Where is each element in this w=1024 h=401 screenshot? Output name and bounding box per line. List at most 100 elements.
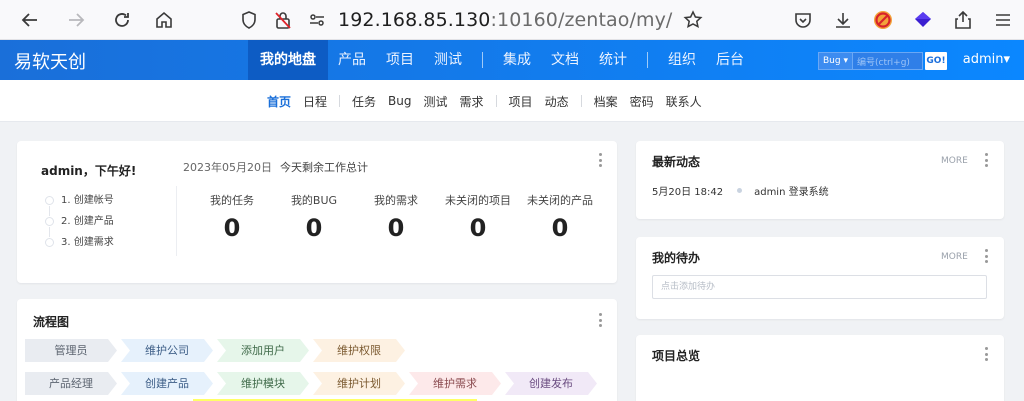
- brand-name[interactable]: 易软天创: [14, 48, 86, 74]
- step-item[interactable]: 1. 创建帐号: [45, 194, 114, 216]
- stat-label: 未关闭的项目: [445, 194, 511, 207]
- flow-step[interactable]: 创建产品: [121, 372, 213, 395]
- stat-value: 0: [305, 214, 323, 242]
- subnav-password[interactable]: 密码: [624, 93, 660, 110]
- stat-my-bugs[interactable]: 我的BUG 0: [273, 192, 355, 242]
- more-options-icon[interactable]: [981, 345, 991, 363]
- stats-row: 我的任务 0 我的BUG 0 我的需求 0 未关闭的项目 0 未关闭的产品 0: [191, 192, 601, 242]
- more-link[interactable]: MORE: [941, 156, 968, 166]
- flowchart-title: 流程图: [33, 315, 70, 329]
- stat-label: 我的任务: [210, 194, 254, 207]
- subnav-separator: [580, 95, 582, 107]
- flow-step[interactable]: 维护需求: [409, 372, 501, 395]
- url-host: 192.168.85.130: [338, 9, 491, 31]
- onboarding-steps: 1. 创建帐号 2. 创建产品 3. 创建需求: [45, 194, 114, 257]
- stat-value: 0: [223, 214, 241, 242]
- reload-button[interactable]: [104, 2, 140, 38]
- step-item[interactable]: 2. 创建产品: [45, 215, 114, 237]
- nav-doc[interactable]: 文档: [541, 40, 589, 80]
- sub-nav: 首页 日程 任务 Bug 测试 需求 项目 动态 档案 密码 联系人: [0, 80, 1024, 122]
- stat-my-stories[interactable]: 我的需求 0: [355, 192, 437, 242]
- dynamics-text: admin 登录系统: [754, 187, 829, 198]
- shield-icon[interactable]: [236, 7, 262, 33]
- project-overview-panel: 项目总览: [636, 335, 1004, 401]
- step-item[interactable]: 3. 创建需求: [45, 236, 114, 257]
- stat-open-products[interactable]: 未关闭的产品 0: [519, 192, 601, 242]
- extension-diamond-icon[interactable]: [910, 7, 936, 33]
- flow-step[interactable]: 维护模块: [217, 372, 309, 395]
- menu-icon[interactable]: [990, 7, 1016, 33]
- nav-my[interactable]: 我的地盘: [248, 40, 328, 80]
- stat-value: 0: [387, 214, 405, 242]
- download-icon[interactable]: [830, 7, 856, 33]
- browser-toolbar: 192.168.85.130:10160/zentao/my/: [0, 0, 1024, 40]
- page-permissions-icon[interactable]: [304, 7, 330, 33]
- back-button[interactable]: [12, 2, 48, 38]
- nav-integration[interactable]: 集成: [493, 40, 541, 80]
- subnav-calendar[interactable]: 日程: [297, 93, 333, 110]
- flow-step[interactable]: 创建发布: [505, 372, 597, 395]
- flow-role-pm: 产品经理: [25, 372, 117, 395]
- arrow-right-icon: [69, 13, 85, 27]
- nav-separator: [647, 52, 648, 68]
- flow-step[interactable]: 添加用户: [217, 339, 309, 362]
- divider: [176, 186, 177, 256]
- subnav-separator: [495, 95, 497, 107]
- subnav-test[interactable]: 测试: [418, 93, 454, 110]
- pocket-icon[interactable]: [790, 7, 816, 33]
- greeting-text: admin，下午好!: [41, 164, 137, 178]
- project-overview-title: 项目总览: [652, 349, 701, 363]
- bookmark-star-icon[interactable]: [680, 7, 706, 33]
- step-label: 2. 创建产品: [61, 216, 114, 227]
- flow-step[interactable]: 维护权限: [313, 339, 405, 362]
- more-options-icon[interactable]: [595, 151, 605, 169]
- home-button[interactable]: [146, 2, 182, 38]
- flow-step[interactable]: 维护公司: [121, 339, 213, 362]
- stat-my-tasks[interactable]: 我的任务 0: [191, 192, 273, 242]
- step-dot: [45, 196, 54, 205]
- search-go-button[interactable]: GO!: [924, 52, 947, 70]
- dynamics-title: 最新动态: [652, 155, 701, 169]
- welcome-panel: admin，下午好! 1. 创建帐号 2. 创建产品 3. 创建需求 2023年…: [17, 141, 617, 283]
- subnav-project[interactable]: 项目: [503, 93, 539, 110]
- forward-button[interactable]: [58, 2, 94, 38]
- insecure-lock-icon[interactable]: [270, 7, 296, 33]
- reload-icon: [115, 13, 129, 27]
- subnav-profile[interactable]: 档案: [588, 93, 624, 110]
- more-options-icon[interactable]: [981, 247, 991, 265]
- subnav-home[interactable]: 首页: [261, 93, 297, 110]
- flow-step[interactable]: 维护计划: [313, 372, 405, 395]
- nav-product[interactable]: 产品: [328, 40, 376, 80]
- nav-org[interactable]: 组织: [658, 40, 706, 80]
- nav-stats[interactable]: 统计: [589, 40, 637, 80]
- blocker-extension-icon[interactable]: [870, 7, 896, 33]
- address-bar[interactable]: 192.168.85.130:10160/zentao/my/: [236, 4, 714, 36]
- nav-admin[interactable]: 后台: [706, 40, 754, 80]
- subnav-contacts[interactable]: 联系人: [660, 93, 708, 110]
- url-text[interactable]: 192.168.85.130:10160/zentao/my/: [338, 9, 672, 31]
- main-nav: 我的地盘 产品 项目 测试 集成 文档 统计 组织 后台: [248, 40, 754, 80]
- more-link[interactable]: MORE: [941, 252, 968, 262]
- subnav-bug[interactable]: Bug: [382, 94, 417, 108]
- stat-open-projects[interactable]: 未关闭的项目 0: [437, 192, 519, 242]
- stat-value: 0: [551, 214, 569, 242]
- search-type-select[interactable]: Bug ▾: [818, 52, 853, 70]
- user-menu[interactable]: admin▾: [963, 52, 1010, 67]
- more-options-icon[interactable]: [981, 151, 991, 169]
- todo-title: 我的待办: [652, 251, 701, 265]
- share-icon[interactable]: [950, 7, 976, 33]
- flow-row-admin: 管理员 维护公司 添加用户 维护权限: [25, 339, 409, 362]
- url-path: :10160/zentao/my/: [490, 9, 673, 31]
- step-label: 3. 创建需求: [61, 237, 114, 248]
- search-input[interactable]: 编号(ctrl+g): [852, 52, 923, 70]
- dynamics-item[interactable]: 5月20日 18:42 admin 登录系统: [652, 183, 829, 198]
- subnav-dynamic[interactable]: 动态: [539, 93, 575, 110]
- dynamics-time: 5月20日 18:42: [652, 187, 724, 198]
- subnav-story[interactable]: 需求: [454, 93, 490, 110]
- step-label: 1. 创建帐号: [61, 195, 114, 206]
- subnav-task[interactable]: 任务: [346, 93, 382, 110]
- add-todo-input[interactable]: 点击添加待办: [652, 275, 987, 299]
- nav-test[interactable]: 测试: [424, 40, 472, 80]
- more-options-icon[interactable]: [595, 311, 605, 329]
- nav-project[interactable]: 项目: [376, 40, 424, 80]
